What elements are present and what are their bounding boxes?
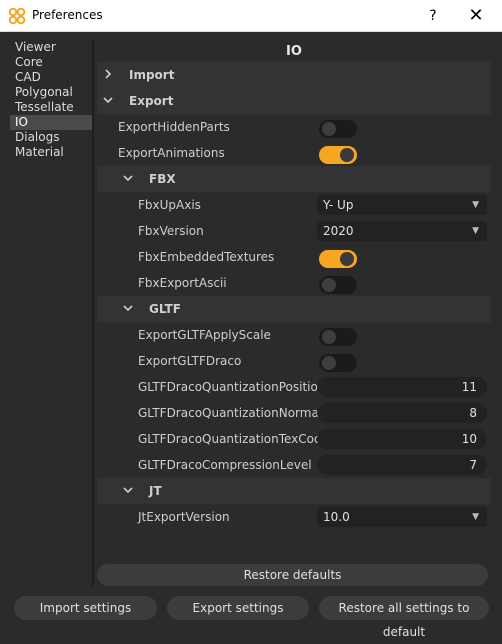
- sidebar-item-polygonal[interactable]: Polygonal: [10, 85, 92, 100]
- sidebar-item-tessellate[interactable]: Tessellate: [10, 100, 92, 115]
- sidebar-item-viewer[interactable]: Viewer: [10, 40, 92, 55]
- gltf-compression-level-label: GLTFDracoCompressionLevel: [138, 458, 312, 472]
- setting-row: GLTFDracoQuantizationPosition 11: [97, 374, 491, 400]
- setting-row: FbxEmbeddedTextures: [97, 244, 491, 270]
- group-fbx[interactable]: FBX: [97, 166, 491, 192]
- setting-row: FbxVersion 2020 ▼: [97, 218, 491, 244]
- toggle-knob: [322, 330, 336, 344]
- input-value: 7: [469, 458, 477, 472]
- sidebar-item-core[interactable]: Core: [10, 55, 92, 70]
- gltf-apply-scale-label: ExportGLTFApplyScale: [138, 328, 271, 342]
- setting-row: FbxExportAscii: [97, 270, 491, 296]
- fbx-version-dropdown[interactable]: 2020 ▼: [317, 221, 487, 241]
- group-jt[interactable]: JT: [97, 478, 491, 504]
- toggle-knob: [322, 356, 336, 370]
- dropdown-arrow-icon: ▼: [472, 512, 479, 522]
- toggle-knob: [340, 148, 354, 162]
- export-animations-toggle[interactable]: [319, 146, 357, 164]
- sidebar-item-io[interactable]: IO: [10, 115, 92, 130]
- dropdown-value: Y- Up: [323, 198, 354, 212]
- gltf-quant-position-input[interactable]: 11: [317, 377, 487, 397]
- setting-row: GLTFDracoQuantizationTexCoord 10: [97, 426, 491, 452]
- setting-row: ExportHiddenParts: [97, 114, 491, 140]
- fbx-up-axis-dropdown[interactable]: Y- Up ▼: [317, 195, 487, 215]
- export-animations-label: ExportAnimations: [118, 146, 225, 160]
- restore-all-settings-button[interactable]: Restore all settings to default: [319, 596, 489, 639]
- fbx-embedded-textures-toggle[interactable]: [319, 250, 357, 268]
- group-export-label: Export: [129, 94, 174, 108]
- gltf-quant-texcoord-input[interactable]: 10: [317, 429, 487, 449]
- chevron-down-icon[interactable]: [123, 303, 133, 313]
- window-title: Preferences: [32, 8, 103, 22]
- toggle-knob: [340, 252, 354, 266]
- gltf-quant-normal-input[interactable]: 8: [317, 403, 487, 423]
- chevron-down-icon[interactable]: [103, 95, 113, 105]
- sidebar-item-dialogs[interactable]: Dialogs: [10, 130, 92, 145]
- section-title: IO: [286, 44, 302, 59]
- setting-row: ExportAnimations: [97, 140, 491, 166]
- settings-panel: IO Import Export ExportHiddenParts Expor…: [97, 42, 491, 585]
- gltf-compression-level-input[interactable]: 7: [317, 455, 487, 475]
- group-jt-label: JT: [149, 484, 162, 498]
- close-button[interactable]: ✕: [464, 5, 488, 27]
- window-titlebar: Preferences ? ✕: [0, 0, 502, 32]
- input-value: 10: [461, 432, 477, 446]
- input-value: 8: [469, 406, 477, 420]
- chevron-down-icon[interactable]: [123, 173, 133, 183]
- dropdown-arrow-icon: ▼: [472, 226, 479, 236]
- group-gltf[interactable]: GLTF: [97, 296, 491, 322]
- input-value: 11: [461, 380, 477, 394]
- setting-row: ExportGLTFApplyScale: [97, 322, 491, 348]
- fbx-up-axis-label: FbxUpAxis: [138, 198, 201, 212]
- fbx-version-label: FbxVersion: [138, 224, 204, 238]
- gltf-quant-normal-label: GLTFDracoQuantizationNormal: [138, 406, 323, 420]
- dropdown-value: 2020: [323, 224, 354, 238]
- group-import[interactable]: Import: [97, 62, 491, 88]
- export-hidden-parts-toggle[interactable]: [319, 120, 357, 138]
- gltf-draco-label: ExportGLTFDraco: [138, 354, 242, 368]
- category-sidebar: Viewer Core CAD Polygonal Tessellate IO …: [10, 40, 92, 585]
- sidebar-item-material[interactable]: Material: [10, 145, 92, 160]
- gltf-draco-toggle[interactable]: [319, 354, 357, 372]
- group-gltf-label: GLTF: [149, 302, 181, 316]
- setting-row: JtExportVersion 10.0 ▼: [97, 504, 491, 530]
- dropdown-arrow-icon: ▼: [472, 200, 479, 210]
- restore-defaults-button[interactable]: Restore defaults: [97, 564, 488, 586]
- gltf-quant-position-label: GLTFDracoQuantizationPosition: [138, 380, 326, 394]
- toggle-knob: [322, 278, 336, 292]
- jt-export-version-dropdown[interactable]: 10.0 ▼: [317, 507, 487, 527]
- export-settings-button[interactable]: Export settings: [167, 596, 309, 620]
- chevron-down-icon[interactable]: [123, 485, 133, 495]
- setting-row: GLTFDracoQuantizationNormal 8: [97, 400, 491, 426]
- fbx-export-ascii-label: FbxExportAscii: [138, 276, 227, 290]
- group-import-label: Import: [129, 68, 175, 82]
- group-export[interactable]: Export: [97, 88, 491, 114]
- gltf-apply-scale-toggle[interactable]: [319, 328, 357, 346]
- setting-row: GLTFDracoCompressionLevel 7: [97, 452, 491, 478]
- chevron-right-icon[interactable]: [103, 69, 113, 79]
- sidebar-item-cad[interactable]: CAD: [10, 70, 92, 85]
- dropdown-value: 10.0: [323, 510, 350, 524]
- fbx-export-ascii-toggle[interactable]: [319, 276, 357, 294]
- import-settings-button[interactable]: Import settings: [14, 596, 157, 620]
- jt-export-version-label: JtExportVersion: [138, 510, 230, 524]
- setting-row: ExportGLTFDraco: [97, 348, 491, 374]
- sidebar-divider[interactable]: [92, 40, 94, 586]
- help-button[interactable]: ?: [421, 5, 445, 27]
- setting-row: FbxUpAxis Y- Up ▼: [97, 192, 491, 218]
- gltf-quant-texcoord-label: GLTFDracoQuantizationTexCoord: [138, 432, 334, 446]
- app-logo-icon: [8, 7, 26, 25]
- fbx-embedded-textures-label: FbxEmbeddedTextures: [138, 250, 275, 264]
- group-fbx-label: FBX: [149, 172, 176, 186]
- toggle-knob: [322, 122, 336, 136]
- export-hidden-parts-label: ExportHiddenParts: [118, 120, 230, 134]
